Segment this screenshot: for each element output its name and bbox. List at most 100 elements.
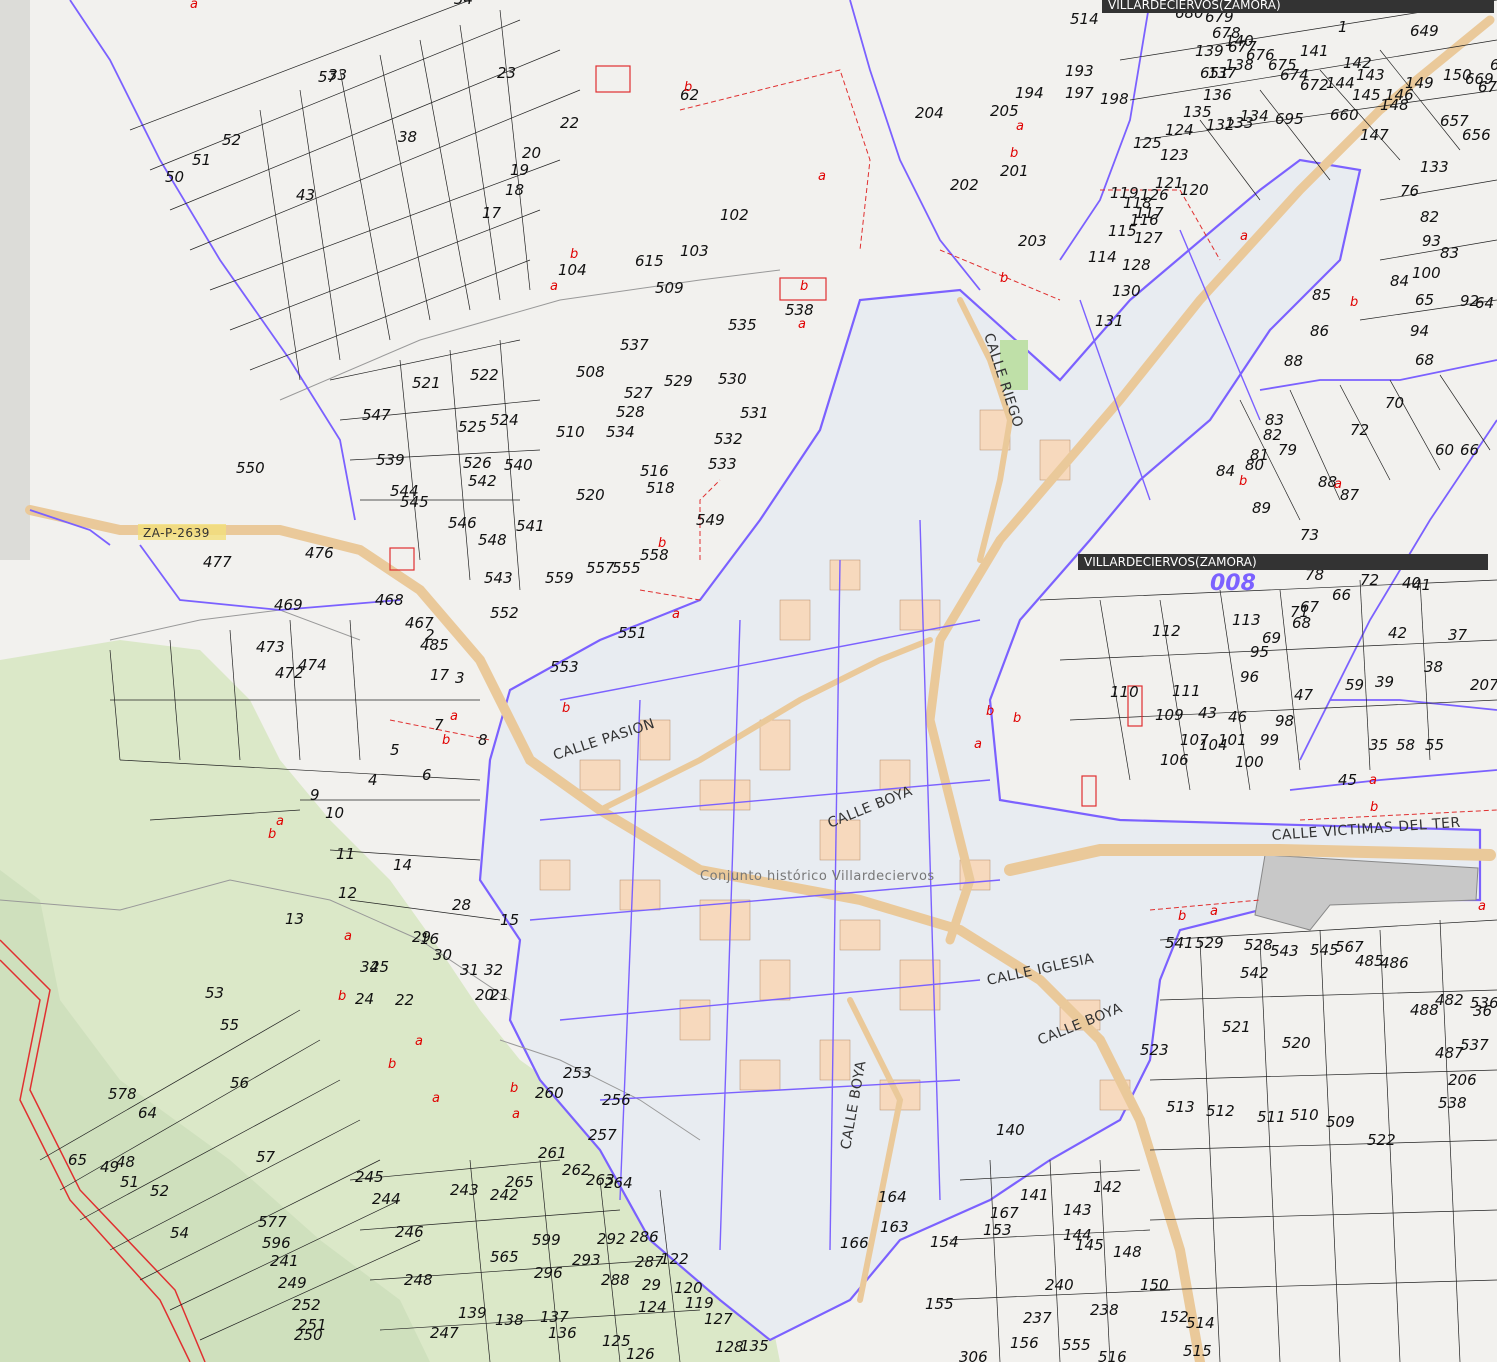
parcel-number: 111	[1172, 682, 1201, 700]
parcel-number: 599	[532, 1231, 561, 1249]
parcel-number: 142	[1093, 1178, 1122, 1196]
parcel-number: 522	[470, 366, 499, 384]
parcel-number: 293	[572, 1251, 601, 1269]
parcel-number: 514	[1070, 10, 1099, 28]
parcel-number: 102	[720, 206, 749, 224]
parcel-number: 543	[484, 569, 513, 587]
parcel-number: 469	[274, 596, 303, 614]
parcel-number: 68	[1292, 614, 1311, 632]
parcel-number: 288	[601, 1271, 630, 1289]
parcel-number: 149	[1405, 74, 1434, 92]
parcel-number: 65	[68, 1151, 87, 1169]
parcel-number: 486	[1380, 954, 1409, 972]
parcel-number: 530	[718, 370, 747, 388]
parcel-number: 128	[1122, 256, 1151, 274]
parcel-number: 133	[1420, 158, 1449, 176]
parcel-number: 520	[1282, 1034, 1311, 1052]
parcel-number: 148	[1380, 96, 1409, 114]
parcel-number: 141	[1300, 42, 1329, 60]
subparcel-letter: b	[658, 536, 666, 551]
parcel-number: 64	[1475, 294, 1494, 312]
parcel-number: 526	[463, 454, 492, 472]
parcel-number: 125	[1133, 134, 1162, 152]
parcel-number: 528	[1244, 936, 1273, 954]
parcel-number: 87	[1340, 486, 1360, 504]
parcel-number: 35	[1369, 736, 1388, 754]
subparcel-letter: b	[1350, 295, 1358, 310]
parcel-number: 32	[484, 961, 503, 979]
parcel-number: 520	[576, 486, 605, 504]
parcel-number: 37	[1448, 626, 1468, 644]
parcel-number: 17	[430, 666, 450, 684]
parcel-number: 512	[1206, 1102, 1235, 1120]
parcel-number: 249	[278, 1274, 307, 1292]
parcel-number: 65	[1415, 291, 1434, 309]
parcel-number: 126	[1140, 186, 1169, 204]
parcel-number: 468	[375, 591, 404, 609]
parcel-number: 143	[1356, 66, 1385, 84]
parcel-number: 257	[588, 1126, 617, 1144]
parcel-number: 33	[328, 66, 347, 84]
parcel-number: 29	[642, 1276, 661, 1294]
parcel-number: 131	[1095, 312, 1124, 330]
parcel-number: 70	[1385, 394, 1404, 412]
parcel-number: 19	[510, 161, 529, 179]
parcel-number: 45	[1338, 771, 1357, 789]
parcel-number: 99	[1260, 731, 1279, 749]
parcel-number: 38	[398, 128, 417, 146]
parcel-number: 198	[1100, 90, 1129, 108]
parcel-number: 515	[1183, 1342, 1212, 1360]
parcel-number: 541	[516, 517, 545, 535]
parcel-number: 29	[412, 928, 431, 946]
parcel-number: 548	[478, 531, 507, 549]
subparcel-letter: a	[450, 709, 458, 724]
parcel-number: 124	[1165, 121, 1194, 139]
parcel-number: 193	[1065, 62, 1094, 80]
parcel-number: 265	[505, 1173, 534, 1191]
parcel-number: 1	[1338, 18, 1348, 36]
parcel-number: 123	[1160, 146, 1189, 164]
parcel-number: 52	[222, 131, 241, 149]
parcel-number: 202	[950, 176, 979, 194]
parcel-number: 136	[1203, 86, 1232, 104]
parcel-number: 555	[612, 559, 641, 577]
parcel-number: 135	[1183, 103, 1212, 121]
parcel-number: 523	[1140, 1041, 1169, 1059]
parcel-number: 203	[1018, 232, 1047, 250]
parcel-number: 106	[1160, 751, 1189, 769]
parcel-number: 156	[1010, 1334, 1039, 1352]
subparcel-letter: a	[276, 814, 284, 829]
parcel-number: 43	[1198, 704, 1217, 722]
subparcel-letter: a	[190, 0, 198, 12]
parcel-number: 522	[1367, 1131, 1396, 1149]
parcel-number: 24	[355, 990, 374, 1008]
parcel-number: 518	[646, 479, 675, 497]
parcel-number: 577	[258, 1213, 287, 1231]
parcel-number: 163	[880, 1218, 909, 1236]
parcel-number: 472	[275, 664, 304, 682]
parcel-number: 246	[395, 1223, 424, 1241]
parcel-number: 126	[626, 1345, 655, 1362]
parcel-number: 695	[1275, 110, 1304, 128]
parcel-number: 306	[959, 1348, 988, 1362]
parcel-number: 145	[1352, 86, 1381, 104]
parcel-number: 66	[1460, 441, 1479, 459]
parcel-number: 510	[1290, 1106, 1319, 1124]
parcel-number: 477	[203, 553, 232, 571]
parcel-number: 264	[604, 1174, 633, 1192]
parcel-number: 194	[1015, 84, 1044, 102]
parcel-number: 55	[220, 1016, 239, 1034]
parcel-number: 660	[1330, 106, 1359, 124]
parcel-number: 164	[878, 1188, 907, 1206]
cadastral-map[interactable]: CALLE PASION CALLE RIEGO CALLE BOYA CALL…	[0, 0, 1497, 1362]
tile-label-mid: VILLARDECIERVOS(ZAMORA)	[1078, 554, 1488, 570]
parcel-number: 550	[236, 459, 265, 477]
parcel-number: 670	[1478, 78, 1497, 96]
parcel-number: 543	[1270, 942, 1299, 960]
parcel-number: 2	[425, 626, 435, 644]
parcel-number: 12	[338, 884, 357, 902]
parcel-number: 510	[556, 423, 585, 441]
subparcel-letter: a	[798, 317, 806, 332]
subparcel-letter: a	[1478, 899, 1486, 914]
subparcel-letter: b	[800, 279, 808, 294]
